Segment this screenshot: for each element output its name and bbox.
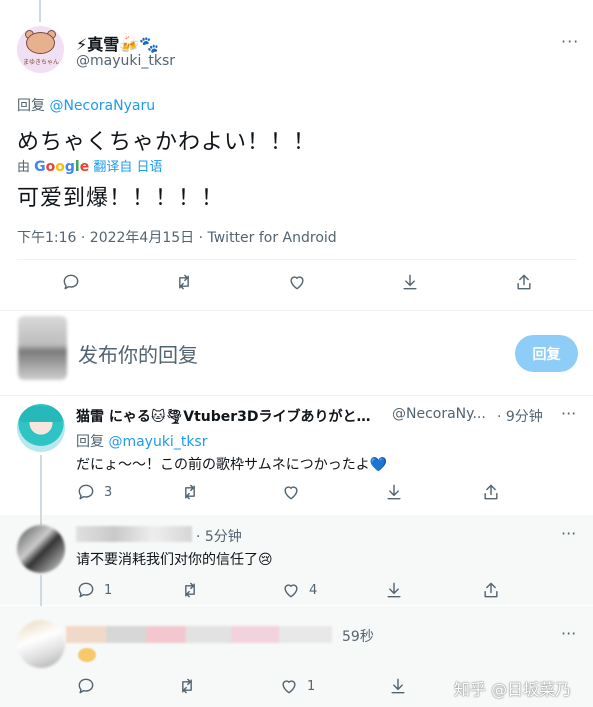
reply-button[interactable]: 1 — [76, 580, 112, 600]
reply-button[interactable] — [76, 676, 96, 696]
bookmark-button[interactable] — [384, 482, 404, 502]
bookmark-icon — [391, 678, 405, 694]
blurred-name — [66, 626, 332, 643]
like-button[interactable] — [281, 482, 301, 502]
tweet-time[interactable]: · 5分钟 — [196, 526, 242, 546]
reply-action-bar: 3 — [0, 482, 593, 512]
bookmark-button[interactable] — [388, 676, 408, 696]
tweet-text: めちゃくちゃかわよい！！！ — [17, 130, 317, 155]
translation-text: 可爱到爆！！！！！ — [17, 186, 225, 211]
translated-prefix: 由 — [17, 160, 35, 175]
retweet-icon — [182, 678, 192, 694]
divider — [0, 310, 593, 311]
like-button[interactable]: 1 — [279, 676, 315, 696]
retweet-icon — [185, 484, 195, 500]
avatar-hair — [20, 406, 62, 422]
reply-button[interactable] — [61, 272, 81, 292]
avatar[interactable] — [17, 620, 65, 668]
reply-icon — [63, 274, 79, 290]
reply-button[interactable]: 3 — [76, 482, 112, 502]
translated-by: 由 Google 翻译自 日语 — [17, 156, 163, 175]
more-icon[interactable]: ··· — [561, 524, 576, 543]
like-count: 4 — [309, 582, 318, 598]
tweet-text: 请不要消耗我们对你的信任了😢 — [76, 552, 273, 568]
display-name[interactable]: 猫雷 にゃる🐱🌪Vtuber3Dライブありがと… — [76, 406, 371, 426]
like-count: 1 — [307, 678, 316, 694]
share-icon — [484, 484, 498, 500]
share-button[interactable] — [481, 482, 501, 502]
like-icon — [284, 486, 298, 500]
watermark: 知乎 @日坂菜乃 — [454, 680, 572, 699]
reply-input[interactable]: 发布你的回复 — [78, 339, 198, 368]
avatar[interactable] — [17, 404, 65, 452]
share-icon — [484, 582, 498, 598]
more-icon[interactable]: ··· — [561, 624, 576, 643]
retweet-button[interactable] — [180, 482, 200, 502]
retweet-icon — [185, 582, 195, 598]
tweet-text: だにょ～～！この前の歌枠サムネにつかったよ💙 — [76, 454, 387, 474]
retweet-button[interactable] — [180, 580, 200, 600]
blurred-name — [76, 526, 192, 542]
share-button[interactable] — [481, 580, 501, 600]
reply-count: 1 — [104, 582, 113, 598]
google-logo: Google — [34, 159, 90, 175]
bookmark-button[interactable] — [384, 580, 404, 600]
like-icon — [290, 276, 304, 290]
reply-icon — [78, 582, 94, 598]
bookmark-button[interactable] — [400, 272, 420, 292]
display-name[interactable]: ⚡真雪🍻🐾 — [76, 31, 159, 55]
like-button[interactable] — [287, 272, 307, 292]
user-handle[interactable]: @mayuki_tksr — [76, 53, 175, 69]
blue-heart-icon: 💙 — [369, 457, 388, 473]
reply-count: 3 — [104, 484, 113, 500]
tweet-text-body: だにょ～～！この前の歌枠サムネにつかったよ — [76, 457, 370, 473]
tweet-time[interactable]: 59秒 — [342, 626, 374, 646]
reply-icon — [78, 678, 94, 694]
my-avatar — [18, 316, 67, 380]
retweet-button[interactable] — [177, 676, 197, 696]
main-tweet: まゆきちゃん ⚡真雪🍻🐾 @mayuki_tksr ··· 回复 @Necora… — [0, 0, 593, 300]
reply-icon — [78, 484, 94, 500]
retweet-icon — [179, 274, 189, 290]
avatar-caption: まゆきちゃん — [23, 59, 60, 66]
retweet-button[interactable] — [174, 272, 194, 292]
bear-face — [26, 32, 55, 54]
replying-to: 回复 @mayuki_tksr — [76, 431, 207, 451]
emoji-icon — [78, 648, 96, 662]
avatar[interactable] — [17, 525, 65, 573]
like-icon — [284, 584, 298, 598]
bookmark-icon — [387, 582, 401, 598]
more-icon[interactable]: ··· — [561, 404, 576, 423]
bookmark-icon — [387, 484, 401, 500]
share-button[interactable] — [514, 272, 534, 292]
more-icon[interactable]: ··· — [561, 32, 579, 51]
user-handle[interactable]: @NecoraNy... — [392, 406, 486, 422]
reply-mention-link[interactable]: @mayuki_tksr — [108, 434, 207, 450]
main-action-bar — [0, 272, 593, 302]
reply-mention-link[interactable]: @NecoraNyaru — [49, 98, 155, 114]
translate-source-link[interactable]: 翻译自 日语 — [93, 160, 162, 175]
reply-prefix: 回复 — [17, 98, 50, 114]
like-icon — [282, 680, 296, 694]
divider — [17, 259, 577, 260]
avatar[interactable]: まゆきちゃん — [17, 26, 64, 73]
thread-line — [40, 505, 42, 525]
bookmark-icon — [403, 274, 417, 290]
like-button[interactable]: 4 — [281, 580, 317, 600]
timestamp[interactable]: 下午1:16 · 2022年4月15日 · Twitter for Androi… — [17, 227, 337, 247]
share-icon — [517, 274, 531, 290]
reply-prefix: 回复 — [76, 434, 109, 450]
reply-submit-button[interactable]: 回复 — [515, 335, 578, 372]
tweet-time[interactable]: · 9分钟 — [497, 406, 543, 426]
replying-to: 回复 @NecoraNyaru — [17, 95, 155, 115]
